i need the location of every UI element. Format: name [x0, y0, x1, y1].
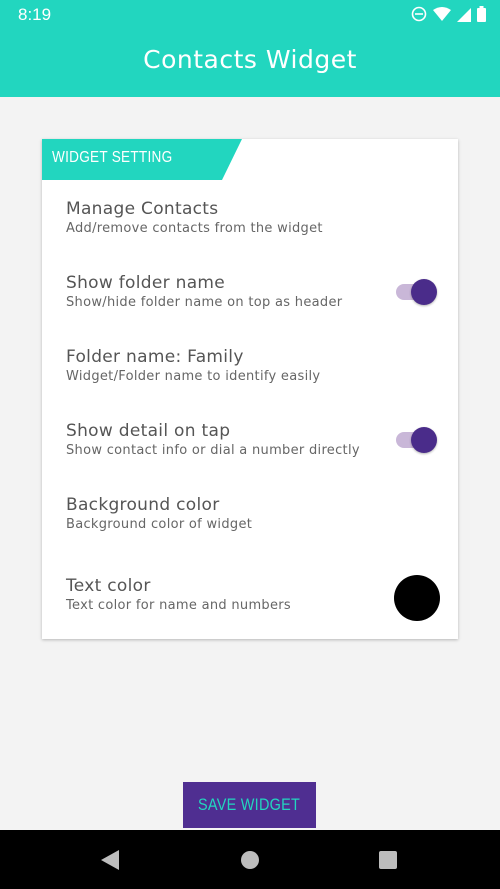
setting-background-color[interactable]: Background color Background color of wid…: [66, 495, 436, 532]
setting-subtitle: Add/remove contacts from the widget: [66, 221, 323, 236]
back-icon[interactable]: [101, 850, 119, 870]
setting-title: Manage Contacts: [66, 199, 219, 219]
app-title: Contacts Widget: [143, 45, 357, 74]
setting-subtitle: Show/hide folder name on top as header: [66, 295, 343, 310]
setting-show-folder-name[interactable]: Show folder name Show/hide folder name o…: [66, 273, 436, 310]
setting-title: Text color: [66, 576, 151, 596]
text-color-swatch[interactable]: [394, 575, 440, 621]
dnd-icon: [411, 6, 427, 22]
toggle-thumb: [411, 279, 437, 305]
recents-icon[interactable]: [379, 851, 397, 869]
signal-icon: [457, 8, 471, 22]
setting-title: Folder name: Family: [66, 347, 244, 367]
setting-subtitle: Show contact info or dial a number direc…: [66, 443, 360, 458]
save-widget-label: SAVE WIDGET: [198, 795, 301, 814]
toggle-thumb: [411, 427, 437, 453]
setting-manage-contacts[interactable]: Manage Contacts Add/remove contacts from…: [66, 199, 436, 236]
setting-subtitle: Background color of widget: [66, 517, 253, 532]
setting-title: Background color: [66, 495, 220, 515]
setting-text-color[interactable]: Text color Text color for name and numbe…: [66, 576, 436, 613]
show-detail-toggle[interactable]: [396, 426, 437, 454]
status-icons: [411, 6, 486, 22]
setting-subtitle: Widget/Folder name to identify easily: [66, 369, 321, 384]
status-bar: 8:19: [0, 0, 500, 30]
widget-setting-header: WIDGET SETTING: [42, 139, 242, 180]
setting-subtitle: Text color for name and numbers: [66, 598, 291, 613]
status-time: 8:19: [18, 5, 52, 24]
save-widget-button[interactable]: SAVE WIDGET: [183, 782, 316, 828]
setting-title: Show folder name: [66, 273, 226, 293]
app-bar: 8:19 Contacts Widget: [0, 0, 500, 97]
show-folder-name-toggle[interactable]: [396, 278, 437, 306]
navigation-bar: [0, 830, 500, 889]
home-icon[interactable]: [241, 851, 259, 869]
battery-icon: [477, 6, 486, 22]
setting-title: Show detail on tap: [66, 421, 231, 441]
setting-show-detail-on-tap[interactable]: Show detail on tap Show contact info or …: [66, 421, 436, 458]
widget-settings-card: WIDGET SETTING Manage Contacts Add/remov…: [42, 139, 458, 639]
widget-setting-label: WIDGET SETTING: [52, 149, 173, 166]
wifi-icon: [433, 7, 451, 21]
setting-folder-name[interactable]: Folder name: Family Widget/Folder name t…: [66, 347, 436, 384]
